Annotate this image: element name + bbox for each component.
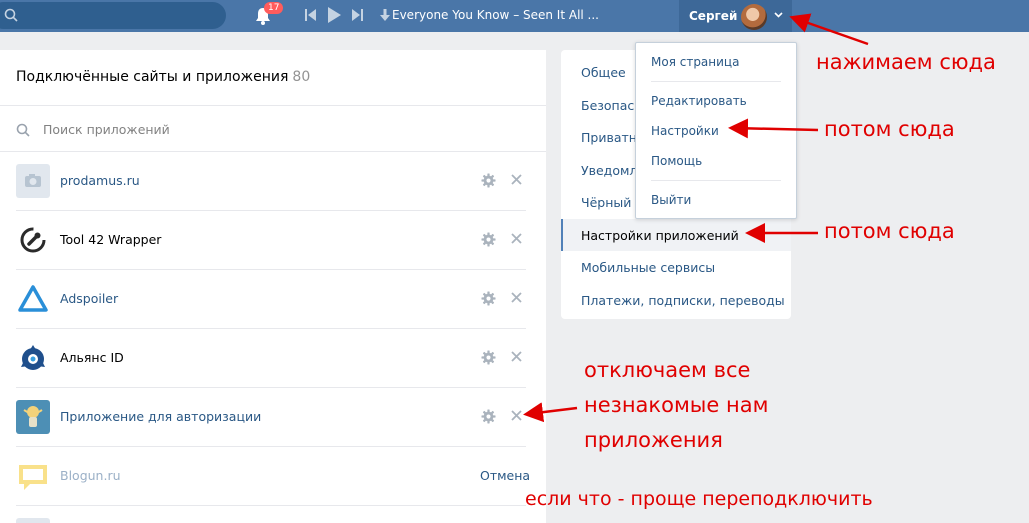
gear-icon[interactable] — [481, 350, 496, 365]
annotation-then-here: потом сюда — [824, 219, 955, 243]
next-track-icon[interactable] — [352, 9, 363, 21]
triangle-logo-icon — [18, 285, 48, 312]
camera-icon — [16, 164, 50, 198]
app-name[interactable]: Adspoiler — [60, 291, 118, 306]
panel-header: Подключённые сайты и приложения 80 — [0, 50, 546, 105]
now-playing-title[interactable]: Everyone You Know – Seen It All ... — [392, 8, 599, 22]
chevron-down-icon[interactable] — [774, 12, 783, 18]
top-bar: 17 Everyone You Know – Seen It All ... С… — [0, 0, 1029, 32]
close-icon[interactable] — [511, 233, 522, 244]
app-row: Adspoiler — [16, 270, 526, 329]
close-icon[interactable] — [511, 351, 522, 362]
app-row: Приложение для авторизации — [16, 388, 526, 447]
app-icon-placeholder — [16, 518, 50, 523]
download-arrow-icon — [380, 9, 390, 21]
mascot-icon — [16, 400, 50, 434]
app-name[interactable]: Tool 42 Wrapper — [60, 232, 161, 247]
search-icon — [4, 8, 18, 22]
search-icon — [16, 123, 30, 137]
apps-count: 80 — [292, 69, 311, 85]
app-name[interactable]: Приложение для авторизации — [60, 409, 261, 424]
gear-icon[interactable] — [481, 173, 496, 188]
annotation-then-here: потом сюда — [824, 117, 955, 141]
user-dropdown: Моя страница Редактировать Настройки Пом… — [635, 42, 797, 219]
connected-apps-panel: Подключённые сайты и приложения80 prodam… — [0, 50, 546, 523]
app-row: Blogun.ru Отмена — [16, 447, 530, 506]
annotation-disable: незнакомые нам — [584, 393, 769, 417]
close-icon[interactable] — [511, 292, 522, 303]
settings-menu-mobile-services[interactable]: Мобильные сервисы — [561, 251, 791, 284]
dropdown-settings[interactable]: Настройки — [651, 124, 719, 138]
app-row: Альянс ID — [16, 329, 526, 388]
apps-search — [0, 105, 546, 152]
settings-menu-app-settings[interactable]: Настройки приложений — [561, 218, 791, 251]
global-search-input[interactable] — [0, 2, 226, 29]
annotation-disable: приложения — [584, 428, 723, 452]
gear-icon[interactable] — [481, 232, 496, 247]
avatar[interactable] — [741, 4, 767, 30]
close-icon[interactable] — [511, 174, 522, 185]
apps-search-input[interactable] — [43, 119, 443, 139]
play-icon[interactable] — [328, 7, 341, 23]
app-name[interactable]: prodamus.ru — [60, 173, 140, 188]
annotation-reconnect: если что - проще переподключить — [525, 488, 873, 510]
cancel-button[interactable]: Отмена — [480, 468, 530, 483]
close-icon[interactable] — [511, 410, 522, 421]
dropdown-divider — [651, 81, 781, 82]
panel-title: Подключённые сайты и приложения — [16, 69, 289, 85]
gear-icon[interactable] — [481, 291, 496, 306]
annotation-disable: отключаем все — [584, 358, 751, 382]
dropdown-logout[interactable]: Выйти — [651, 193, 691, 207]
annotation-click-here: нажимаем сюда — [816, 50, 996, 74]
app-name[interactable]: Альянс ID — [60, 350, 124, 365]
speech-bubble-icon — [19, 465, 47, 490]
user-name[interactable]: Сергей — [689, 9, 737, 23]
previous-track-icon[interactable] — [305, 9, 316, 21]
settings-menu-payments[interactable]: Платежи, подписки, переводы — [561, 284, 791, 317]
alliance-logo-icon — [21, 345, 45, 370]
dropdown-divider — [651, 180, 781, 181]
dropdown-help[interactable]: Помощь — [651, 154, 702, 168]
wrench-icon — [20, 227, 46, 253]
dropdown-my-page[interactable]: Моя страница — [651, 55, 739, 69]
app-row: prodamus.ru — [16, 152, 526, 211]
app-row: Tool 42 Wrapper — [16, 211, 526, 270]
app-name[interactable]: Blogun.ru — [60, 468, 121, 483]
notifications-badge: 17 — [264, 2, 284, 14]
gear-icon[interactable] — [481, 409, 496, 424]
dropdown-edit[interactable]: Редактировать — [651, 94, 747, 108]
